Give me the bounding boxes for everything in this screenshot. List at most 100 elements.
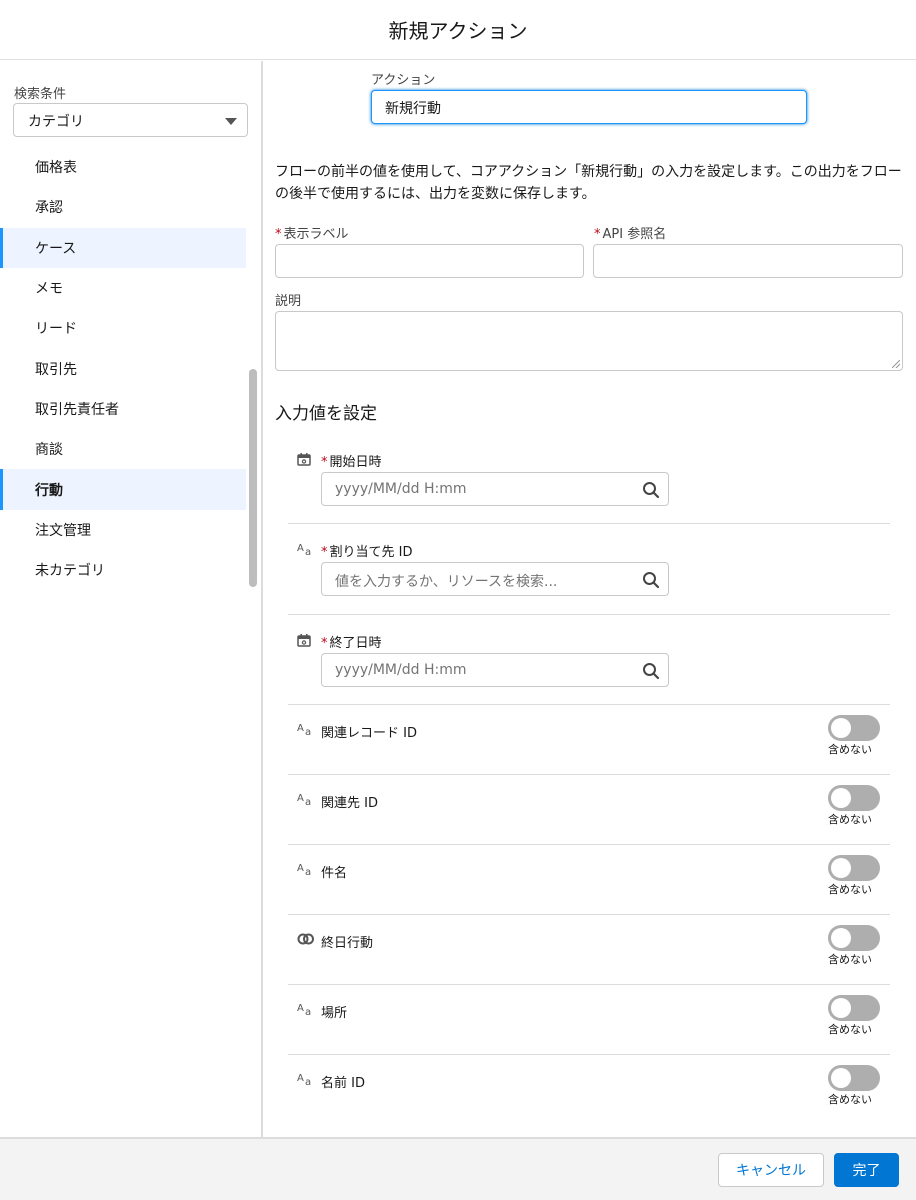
cancel-button[interactable]: キャンセル [718, 1153, 824, 1187]
text-type-icon: Aa [297, 862, 315, 878]
toggle-label: 含めない [828, 813, 872, 826]
divider [288, 844, 890, 845]
svg-text:A: A [297, 1073, 304, 1084]
calendar-icon [297, 633, 315, 649]
category-item-label: 未カテゴリ [35, 563, 105, 580]
end-datetime-input[interactable]: yyyy/MM/dd H:mm [321, 653, 669, 687]
text-type-icon: Aa [297, 542, 315, 558]
svg-text:A: A [297, 1003, 304, 1014]
display-label-input[interactable] [275, 244, 584, 278]
divider [288, 704, 890, 705]
param-label: * 割り当て先 ID [321, 545, 413, 560]
include-toggle[interactable] [828, 785, 880, 811]
param-label: 件名 [321, 866, 348, 881]
toggle-label: 含めない [828, 953, 872, 966]
include-toggle[interactable] [828, 855, 880, 881]
category-item[interactable]: ケース [0, 227, 246, 269]
include-toggle[interactable] [828, 1065, 880, 1091]
divider [288, 984, 890, 985]
assigned-to-input[interactable]: 値を入力するか、リソースを検索... [321, 562, 669, 596]
calendar-icon [297, 452, 315, 468]
param-label: 終日行動 [321, 936, 374, 951]
category-item-label: 承認 [35, 200, 63, 217]
toggle-label: 含めない [828, 743, 872, 756]
action-field[interactable]: 新規行動 [371, 90, 807, 124]
category-item[interactable]: 承認 [0, 187, 246, 227]
toggle-knob [831, 1068, 851, 1088]
sidebar-scrollbar[interactable] [249, 369, 257, 587]
category-item[interactable]: 価格表 [0, 147, 246, 187]
category-item[interactable]: 取引先 [0, 348, 246, 388]
category-sidebar: 検索条件 カテゴリ 価格表 承認 ケース メモ リード 取引先 取引先責任者 商… [0, 61, 263, 1137]
svg-text:a: a [305, 547, 311, 556]
api-name-label: * API 参照名 [594, 227, 667, 242]
category-item-label: メモ [35, 281, 63, 298]
main-panel: アクション 新規行動 フローの前半の値を使用して、コアアクション「新規行動」の入… [265, 61, 916, 1137]
category-item-label: 取引先責任者 [35, 401, 119, 418]
category-item[interactable]: 注文管理 [0, 510, 246, 550]
description-textarea[interactable] [275, 311, 903, 371]
svg-text:a: a [305, 727, 311, 736]
svg-text:a: a [305, 1077, 311, 1086]
toggle-label: 含めない [828, 883, 872, 896]
text-type-icon: Aa [297, 1002, 315, 1018]
category-list: 価格表 承認 ケース メモ リード 取引先 取引先責任者 商談 行動 注文管理 … [0, 147, 246, 591]
svg-text:A: A [297, 793, 304, 804]
category-item[interactable]: 商談 [0, 429, 246, 469]
include-toggle[interactable] [828, 925, 880, 951]
divider [288, 914, 890, 915]
param-label: * 開始日時 [321, 455, 382, 470]
toggle-label: 含めない [828, 1093, 872, 1106]
filter-select-value: カテゴリ [28, 114, 84, 130]
param-label: * 終了日時 [321, 636, 382, 651]
input-placeholder: 値を入力するか、リソースを検索... [335, 574, 558, 590]
category-item-label: リード [35, 321, 77, 338]
search-icon[interactable] [642, 571, 660, 589]
svg-text:a: a [305, 1007, 311, 1016]
modal-footer: キャンセル 完了 [0, 1137, 916, 1200]
toggle-knob [831, 858, 851, 878]
svg-text:A: A [297, 863, 304, 874]
input-placeholder: yyyy/MM/dd H:mm [335, 481, 467, 497]
done-button[interactable]: 完了 [834, 1153, 899, 1187]
category-item-label: 商談 [35, 442, 63, 459]
api-name-input[interactable] [593, 244, 903, 278]
text-type-icon: Aa [297, 792, 315, 808]
description-text: フローの前半の値を使用して、コアアクション「新規行動」の入力を設定します。この出… [275, 164, 902, 202]
category-item-label: 行動 [35, 482, 63, 499]
input-placeholder: yyyy/MM/dd H:mm [335, 662, 467, 678]
filter-select[interactable]: カテゴリ [13, 103, 248, 137]
toggle-knob [831, 718, 851, 738]
category-item[interactable]: メモ [0, 268, 246, 308]
start-datetime-input[interactable]: yyyy/MM/dd H:mm [321, 472, 669, 506]
param-label: 関連先 ID [321, 796, 378, 811]
search-icon[interactable] [642, 662, 660, 680]
text-type-icon: Aa [297, 1072, 315, 1088]
category-item[interactable]: 行動 [0, 469, 246, 510]
svg-text:A: A [297, 543, 304, 554]
category-item-label: 価格表 [35, 160, 77, 177]
category-item[interactable]: リード [0, 308, 246, 348]
search-icon[interactable] [642, 481, 660, 499]
divider [288, 523, 890, 524]
category-item[interactable]: 未カテゴリ [0, 550, 246, 590]
filter-label: 検索条件 [14, 87, 67, 102]
section-title: 入力値を設定 [275, 404, 377, 424]
svg-text:a: a [305, 797, 311, 806]
toggle-knob [831, 928, 851, 948]
include-toggle[interactable] [828, 995, 880, 1021]
action-label: アクション [371, 73, 436, 88]
new-action-modal: 新規アクション 検索条件 カテゴリ 価格表 承認 ケース メモ リード 取引先 … [0, 0, 916, 1200]
param-label: 場所 [321, 1006, 348, 1021]
display-label-label: * 表示ラベル [275, 227, 349, 242]
divider [288, 614, 890, 615]
param-label: 関連レコード ID [321, 726, 417, 741]
text-type-icon: Aa [297, 722, 315, 738]
category-item[interactable]: 取引先責任者 [0, 389, 246, 429]
include-toggle[interactable] [828, 715, 880, 741]
divider [288, 1054, 890, 1055]
param-label: 名前 ID [321, 1076, 365, 1091]
toggle-knob [831, 788, 851, 808]
boolean-icon [297, 933, 315, 949]
description-label: 説明 [275, 294, 302, 309]
